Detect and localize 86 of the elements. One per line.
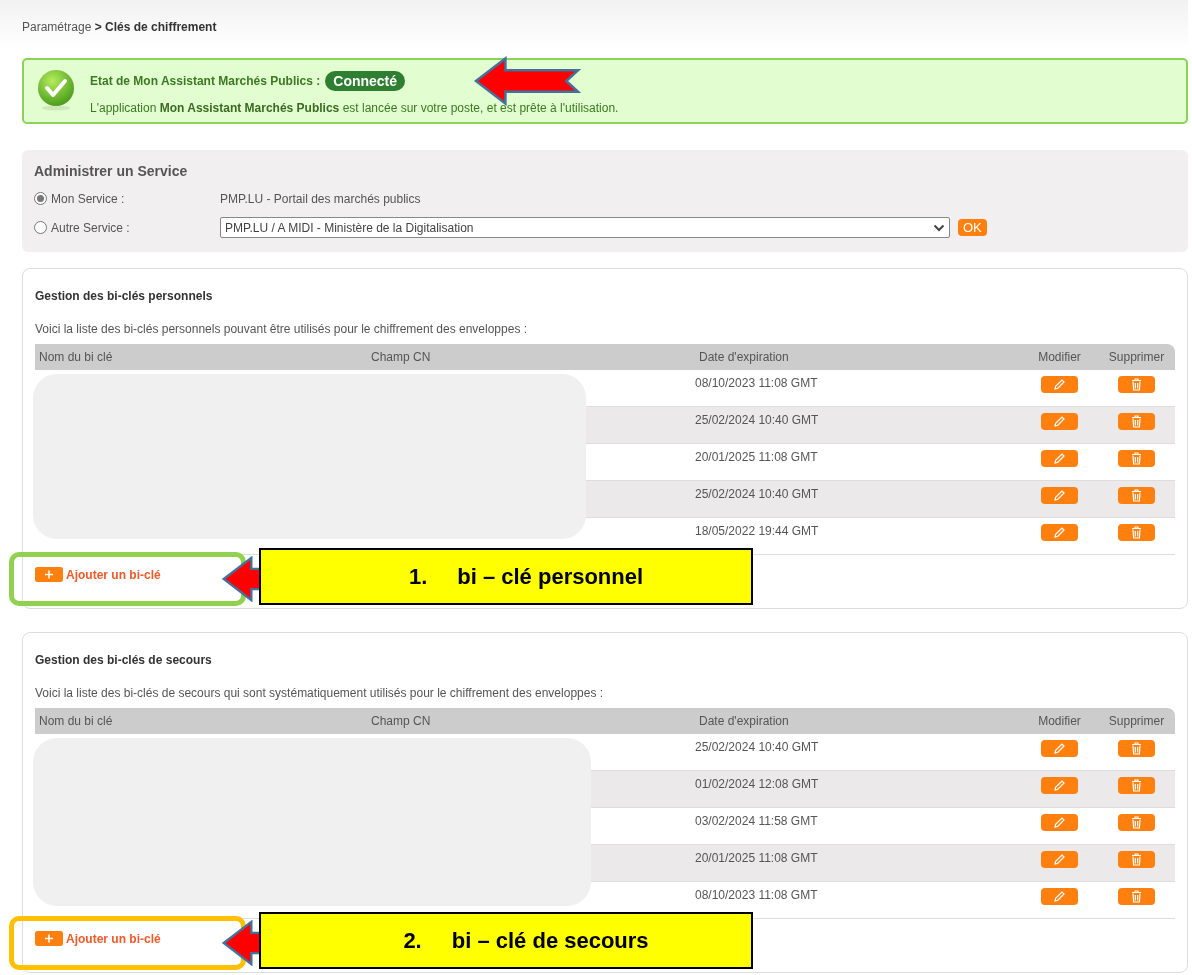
radio-label: Mon Service : [51, 191, 125, 206]
delete-button[interactable] [1118, 740, 1155, 757]
edit-button[interactable] [1041, 777, 1078, 794]
expiration-date: 20/01/2025 11:08 GMT [695, 449, 819, 466]
column-header: Supprimer [1107, 714, 1166, 728]
section-title: Gestion des bi-clés de secours [35, 653, 213, 667]
column-header: Nom du bi clé [38, 350, 114, 364]
expiration-date: 25/02/2024 10:40 GMT [695, 739, 820, 756]
breadcrumb-link[interactable]: Paramétrage [22, 20, 92, 34]
callout-box: 2. bi – clé de secours [259, 912, 753, 969]
column-header: Supprimer [1107, 350, 1166, 364]
section-description: Voici la liste des bi-clés personnels pouvant être utilisés pour le chiffrement des enveloppes : [35, 322, 529, 336]
section-description: Voici la liste des bi-clés de secours qui sont systématiquement utilisés pour le chiffrement des enveloppes : [35, 686, 605, 700]
trash-icon [1131, 489, 1142, 502]
service-dropdown[interactable]: PMP.LU / A MIDI - Ministère de la Digitalisation [220, 217, 950, 238]
pencil-icon [1053, 742, 1066, 755]
pencil-icon [1053, 779, 1066, 792]
edit-button[interactable] [1041, 888, 1078, 905]
column-header: Modifier [1037, 350, 1082, 364]
expiration-date: 01/02/2024 12:08 GMT [695, 776, 820, 793]
trash-icon [1131, 452, 1142, 465]
edit-button[interactable] [1041, 814, 1078, 831]
plus-icon [35, 931, 63, 946]
expiration-date: 08/10/2023 11:08 GMT [695, 375, 819, 392]
section-title: Gestion des bi-clés personnels [35, 289, 214, 303]
pencil-icon [1053, 452, 1066, 465]
delete-button[interactable] [1118, 851, 1155, 868]
service-name: PMP.LU - Portail des marchés publics [220, 191, 421, 206]
expiration-date: 08/10/2023 11:08 GMT [695, 887, 819, 904]
edit-button[interactable] [1041, 487, 1078, 504]
status-badge: Connecté [325, 71, 406, 91]
callout-box: 1. bi – clé personnel [259, 548, 753, 605]
delete-button[interactable] [1118, 413, 1155, 430]
delete-button[interactable] [1118, 450, 1155, 467]
edit-button[interactable] [1041, 413, 1078, 430]
pencil-icon [1053, 489, 1066, 502]
breadcrumb-separator: > [94, 20, 102, 34]
column-header: Champ CN [370, 714, 432, 728]
expiration-date: 03/02/2024 11:58 GMT [695, 813, 819, 830]
radio-button[interactable] [34, 192, 47, 205]
trash-icon [1131, 853, 1142, 866]
pencil-icon [1053, 890, 1066, 903]
edit-button[interactable] [1041, 851, 1078, 868]
status-message: L'application Mon Assistant Marchés Publics est lancée sur votre poste, et est prête à l'utilisation. [90, 101, 619, 115]
trash-icon [1131, 526, 1142, 539]
delete-button[interactable] [1118, 376, 1155, 393]
delete-button[interactable] [1118, 814, 1155, 831]
expiration-date: 20/01/2025 11:08 GMT [695, 850, 819, 867]
expiration-date: 25/02/2024 10:40 GMT [695, 486, 820, 503]
column-header: Date d'expiration [698, 350, 790, 364]
delete-button[interactable] [1118, 487, 1155, 504]
status-label: Etat de Mon Assistant Marchés Publics : [90, 74, 321, 88]
pencil-icon [1053, 415, 1066, 428]
trash-icon [1131, 415, 1142, 428]
expiration-date: 25/02/2024 10:40 GMT [695, 412, 820, 429]
pencil-icon [1053, 378, 1066, 391]
column-header: Date d'expiration [698, 714, 790, 728]
trash-icon [1131, 742, 1142, 755]
panel-title: Administrer un Service [34, 163, 189, 179]
edit-button[interactable] [1041, 740, 1078, 757]
edit-button[interactable] [1041, 524, 1078, 541]
pencil-icon [1053, 816, 1066, 829]
pencil-icon [1053, 526, 1066, 539]
column-header: Champ CN [370, 350, 432, 364]
radio-label: Autre Service : [51, 220, 130, 235]
edit-button[interactable] [1041, 450, 1078, 467]
delete-button[interactable] [1118, 888, 1155, 905]
expiration-date: 18/05/2022 19:44 GMT [695, 523, 820, 540]
column-header: Modifier [1037, 714, 1082, 728]
column-header: Nom du bi clé [38, 714, 114, 728]
trash-icon [1131, 779, 1142, 792]
plus-icon [35, 567, 63, 582]
radio-button[interactable] [34, 221, 47, 234]
trash-icon [1131, 890, 1142, 903]
add-key-button[interactable]: Ajouter un bi-clé [35, 931, 161, 946]
ok-button[interactable]: OK [958, 219, 987, 236]
pencil-icon [1053, 853, 1066, 866]
trash-icon [1131, 378, 1142, 391]
check-icon [36, 69, 76, 111]
trash-icon [1131, 816, 1142, 829]
add-key-button[interactable]: Ajouter un bi-clé [35, 567, 161, 582]
delete-button[interactable] [1118, 524, 1155, 541]
edit-button[interactable] [1041, 376, 1078, 393]
breadcrumb-current: Clés de chiffrement [105, 20, 217, 34]
delete-button[interactable] [1118, 777, 1155, 794]
chevron-down-icon [933, 223, 945, 232]
